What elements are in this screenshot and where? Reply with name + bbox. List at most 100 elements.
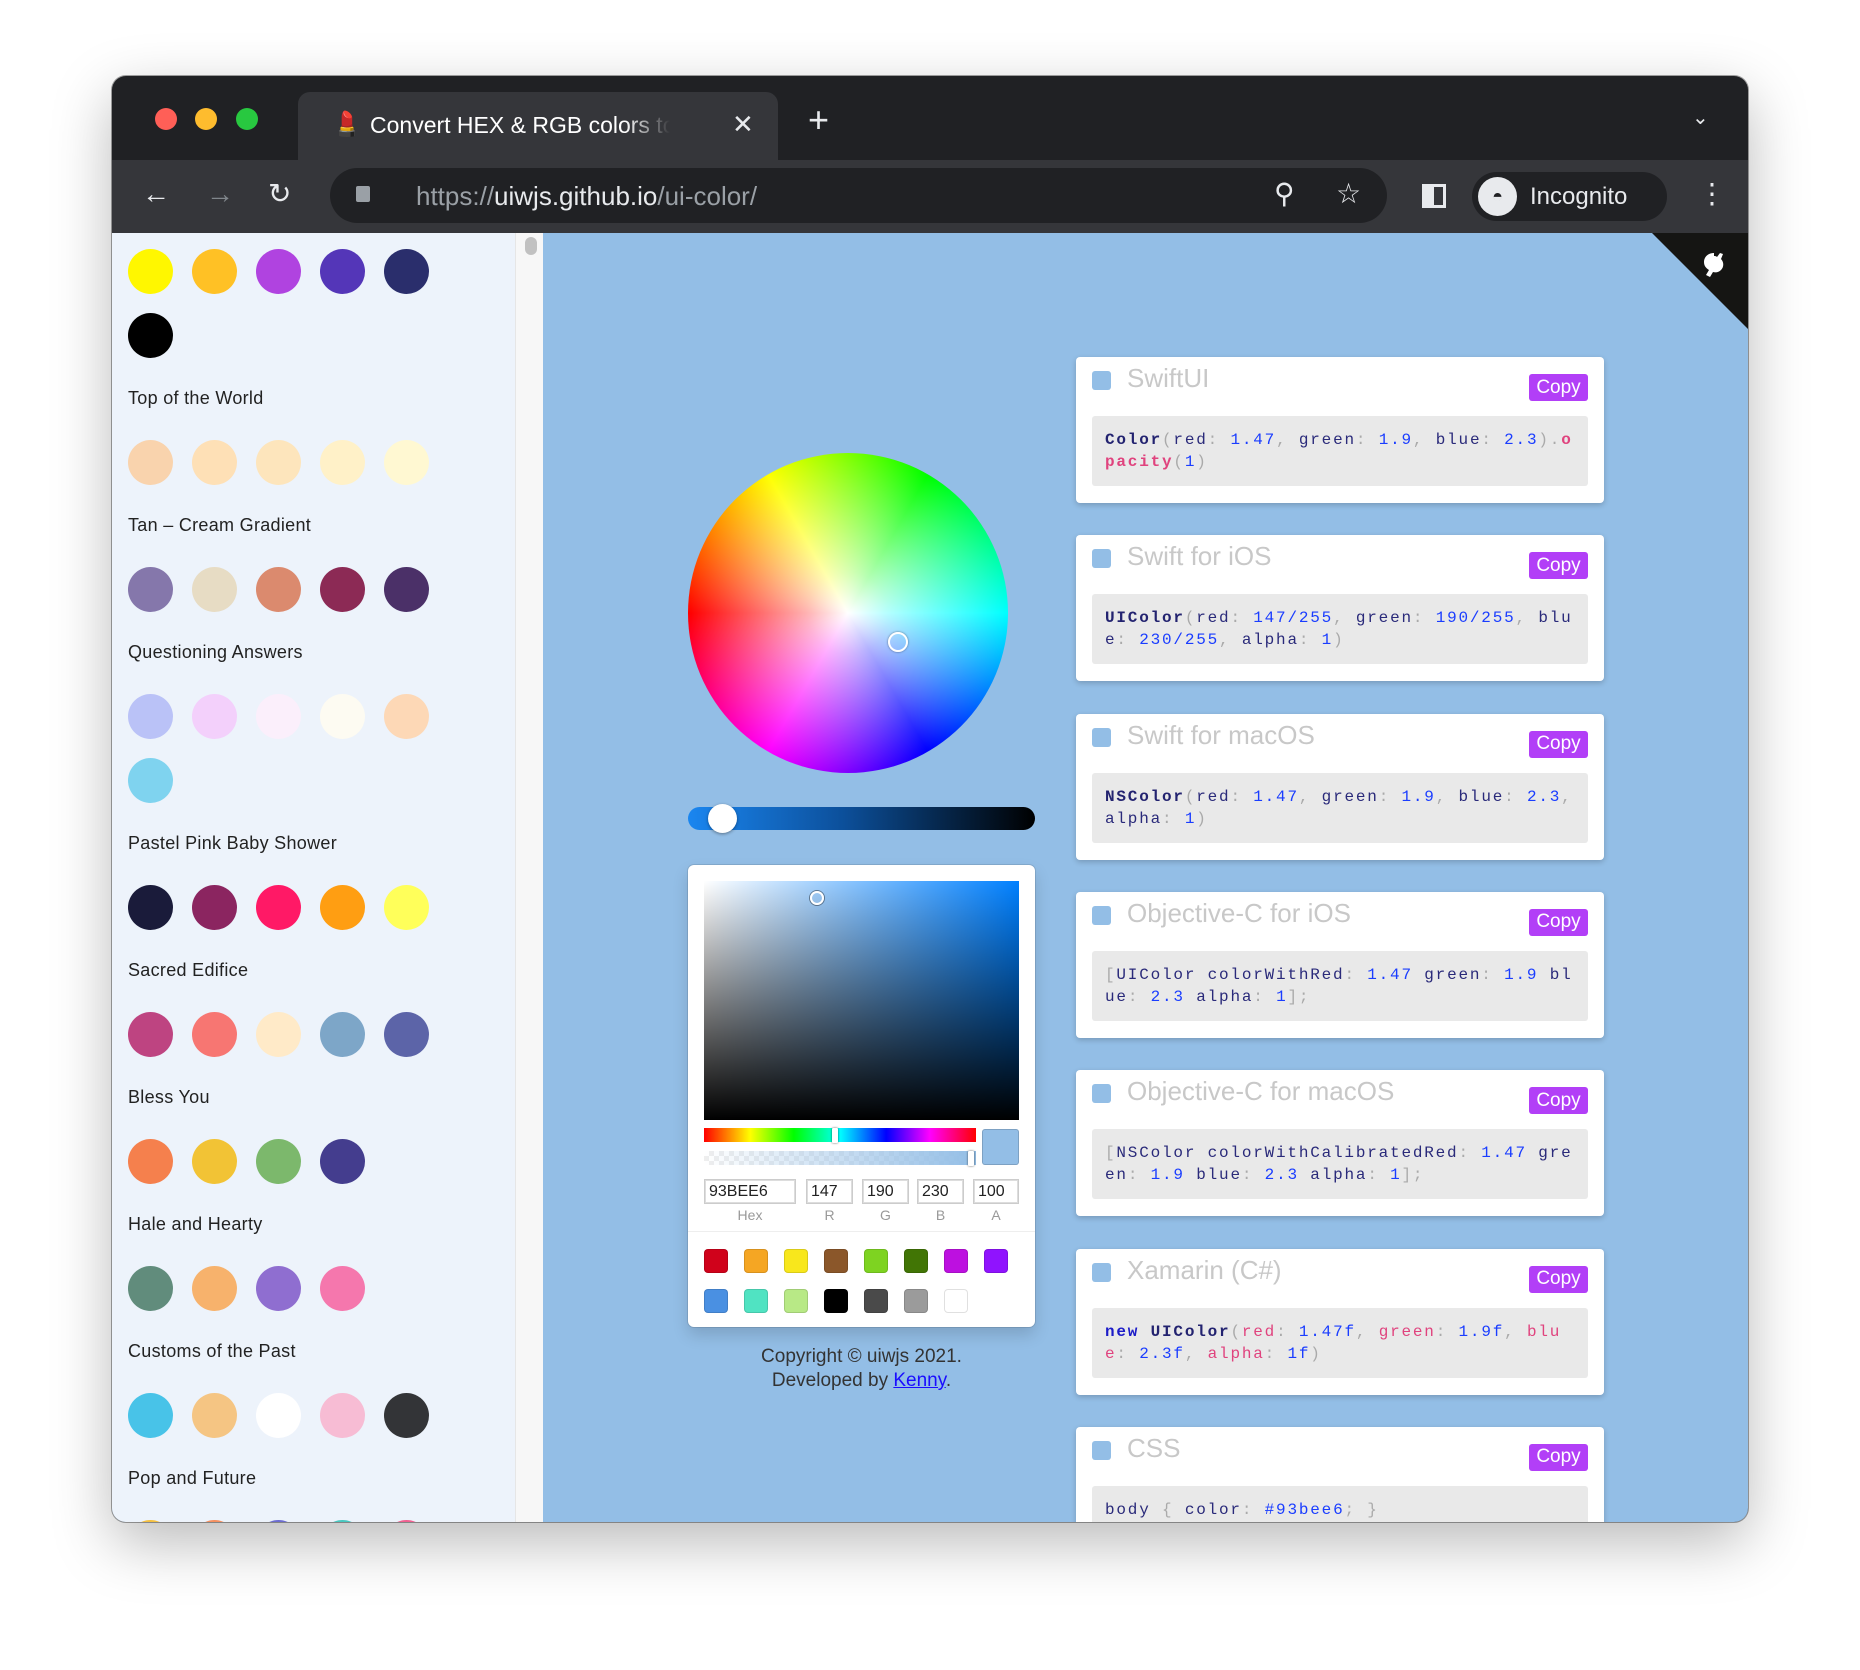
preset-color-swatch[interactable] [864,1289,888,1313]
address-bar[interactable]: https://uiwjs.github.io/ui-color/ ⚲ ☆ [330,168,1387,223]
palette-color-swatch[interactable] [256,567,301,612]
palette-color-swatch[interactable] [128,694,173,739]
code-snippet[interactable]: [UIColor colorWithRed: 1.47 green: 1.9 b… [1092,950,1588,1021]
palette-color-swatch[interactable] [384,1012,429,1057]
palette-color-swatch[interactable] [192,1012,237,1057]
zoom-icon[interactable]: ⚲ [1274,180,1295,208]
tab-search-chevron-icon[interactable]: ⌄ [1692,108,1709,128]
palette-color-swatch[interactable] [128,758,173,803]
alpha-bar[interactable] [704,1151,976,1166]
copy-button[interactable]: Copy [1529,374,1588,401]
hue-thumb[interactable] [832,1128,838,1143]
blue-input[interactable] [917,1179,964,1204]
palette-color-swatch[interactable] [128,1012,173,1057]
palette-color-swatch[interactable] [128,1393,173,1438]
menu-dots-icon[interactable]: ⋮ [1698,180,1726,208]
code-snippet[interactable]: NSColor(red: 1.47, green: 1.9, blue: 2.3… [1092,772,1588,843]
palette-color-swatch[interactable] [320,885,365,930]
palette-color-swatch[interactable] [256,1520,301,1522]
palette-color-swatch[interactable] [128,1520,173,1522]
palette-color-swatch[interactable] [128,313,173,358]
minimize-window-button[interactable] [195,108,217,130]
palette-color-swatch[interactable] [192,440,237,485]
code-snippet[interactable]: new UIColor(red: 1.47f, green: 1.9f, blu… [1092,1307,1588,1378]
scrollbar[interactable] [515,233,543,1522]
preset-color-swatch[interactable] [704,1249,728,1273]
palette-color-swatch[interactable] [192,1266,237,1311]
incognito-profile-button[interactable]: ◓ Incognito [1472,172,1667,221]
copy-button[interactable]: Copy [1529,1443,1588,1471]
palette-color-swatch[interactable] [384,694,429,739]
color-wheel[interactable] [688,453,1008,773]
code-snippet[interactable]: body { color: #93bee6; } [1092,1485,1588,1522]
palette-color-swatch[interactable] [320,1393,365,1438]
url-text[interactable]: https://uiwjs.github.io/ui-color/ [416,181,757,212]
palette-color-swatch[interactable] [256,440,301,485]
red-input[interactable] [806,1179,853,1204]
palette-color-swatch[interactable] [384,1393,429,1438]
palette-color-swatch[interactable] [128,567,173,612]
hex-input[interactable] [704,1179,796,1204]
back-icon[interactable]: ← [142,180,170,208]
preset-color-swatch[interactable] [744,1249,768,1273]
copy-button[interactable]: Copy [1529,1087,1588,1115]
palette-color-swatch[interactable] [256,249,301,294]
preset-color-swatch[interactable] [944,1289,968,1313]
palette-color-swatch[interactable] [320,440,365,485]
palette-color-swatch[interactable] [384,1520,429,1522]
palette-color-swatch[interactable] [384,567,429,612]
scrollbar-thumb[interactable] [525,237,537,255]
palette-color-swatch[interactable] [320,694,365,739]
palette-color-swatch[interactable] [320,1520,365,1522]
palette-color-swatch[interactable] [320,249,365,294]
palette-color-swatch[interactable] [320,567,365,612]
bookmark-star-icon[interactable]: ☆ [1336,180,1361,208]
forward-icon[interactable]: → [206,180,234,208]
preset-color-swatch[interactable] [744,1289,768,1313]
palette-color-swatch[interactable] [320,1266,365,1311]
palette-color-swatch[interactable] [384,440,429,485]
palette-color-swatch[interactable] [320,1139,365,1184]
preset-color-swatch[interactable] [904,1289,928,1313]
copy-button[interactable]: Copy [1529,552,1588,580]
code-snippet[interactable]: [NSColor colorWithCalibratedRed: 1.47 gr… [1092,1129,1588,1200]
palette-color-swatch[interactable] [256,1266,301,1311]
alpha-input[interactable] [973,1179,1019,1204]
copy-button[interactable]: Copy [1529,1265,1588,1293]
preset-color-swatch[interactable] [784,1289,808,1313]
palette-color-swatch[interactable] [320,1012,365,1057]
close-window-button[interactable] [155,108,177,130]
copy-button[interactable]: Copy [1529,908,1588,936]
palette-color-swatch[interactable] [128,1139,173,1184]
palette-color-swatch[interactable] [192,1520,237,1522]
palette-color-swatch[interactable] [192,1139,237,1184]
palette-color-swatch[interactable] [128,440,173,485]
palette-color-swatch[interactable] [256,694,301,739]
palette-color-swatch[interactable] [384,885,429,930]
palette-color-swatch[interactable] [192,885,237,930]
green-input[interactable] [862,1179,909,1204]
preset-color-swatch[interactable] [904,1249,928,1273]
palette-color-swatch[interactable] [128,1266,173,1311]
alpha-thumb[interactable] [968,1151,974,1166]
close-tab-icon[interactable]: ✕ [732,111,754,137]
preset-color-swatch[interactable] [824,1249,848,1273]
palette-color-swatch[interactable] [128,249,173,294]
preset-color-swatch[interactable] [704,1289,728,1313]
hue-bar[interactable] [704,1128,976,1143]
palette-color-swatch[interactable] [256,885,301,930]
preset-color-swatch[interactable] [864,1249,888,1273]
new-tab-icon[interactable]: + [808,102,829,138]
palette-color-swatch[interactable] [128,885,173,930]
brightness-slider[interactable] [688,807,1035,830]
preset-color-swatch[interactable] [984,1249,1008,1273]
palette-color-swatch[interactable] [384,249,429,294]
reload-icon[interactable]: ↻ [268,180,291,208]
saturation-pointer[interactable] [810,891,824,905]
browser-tab[interactable]: 💄 Convert HEX & RGB colors to UIColor ✕ [298,92,778,162]
author-link[interactable]: Kenny [893,1370,945,1391]
code-snippet[interactable]: UIColor(red: 147/255, green: 190/255, bl… [1092,594,1588,665]
palette-color-swatch[interactable] [256,1012,301,1057]
palette-color-swatch[interactable] [192,567,237,612]
preset-color-swatch[interactable] [824,1289,848,1313]
